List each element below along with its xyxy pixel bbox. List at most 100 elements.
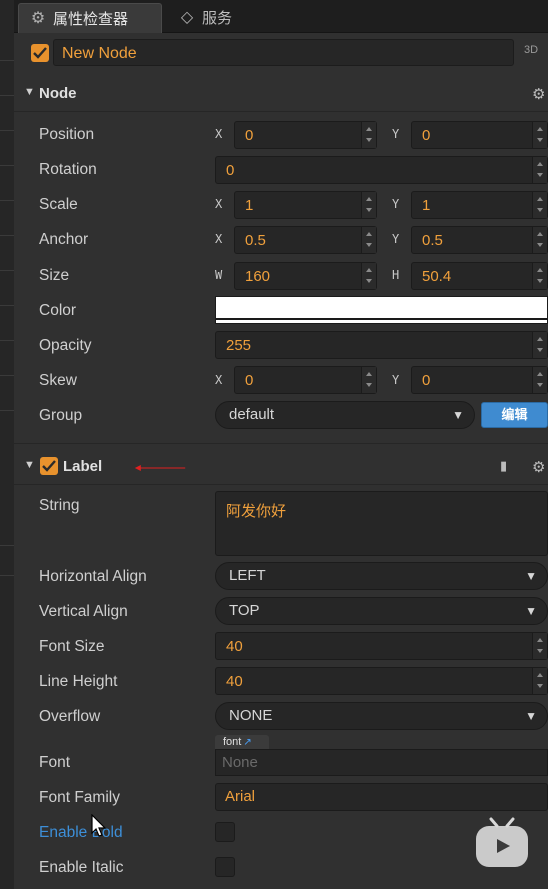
position-y-input[interactable]: 0 bbox=[411, 121, 548, 149]
gear-icon: ⚙ bbox=[30, 9, 46, 27]
left-panel-edge bbox=[0, 0, 15, 889]
opacity-label: Opacity bbox=[39, 337, 92, 354]
anchor-label: Anchor bbox=[39, 231, 89, 248]
opacity-input[interactable]: 255 bbox=[215, 331, 548, 359]
line-height-input[interactable]: 40 bbox=[215, 667, 548, 695]
tab-inspector[interactable]: ⚙ 属性检查器 bbox=[18, 3, 162, 33]
group-edit-button[interactable]: 编辑 bbox=[481, 402, 548, 428]
collapse-triangle-icon: ▼ bbox=[24, 86, 35, 98]
scale-y-input[interactable]: 1 bbox=[411, 191, 548, 219]
stepper[interactable] bbox=[361, 122, 376, 148]
stepper[interactable] bbox=[532, 227, 547, 253]
tab-bar: ⚙ 属性检查器 ◇ 服务 bbox=[14, 0, 548, 33]
stepper[interactable] bbox=[532, 122, 547, 148]
position-x-value: 0 bbox=[245, 127, 254, 144]
stepper[interactable] bbox=[532, 633, 547, 659]
line-height-value: 40 bbox=[226, 673, 243, 690]
stepper[interactable] bbox=[532, 367, 547, 393]
skew-label: Skew bbox=[39, 372, 77, 389]
horizontal-align-select[interactable]: LEFT ▼ bbox=[215, 562, 548, 590]
dropdown-arrow-icon: ▼ bbox=[452, 408, 464, 422]
stepper[interactable] bbox=[361, 227, 376, 253]
skew-x-value: 0 bbox=[245, 372, 254, 389]
string-label: String bbox=[39, 497, 80, 514]
anchor-x-value: 0.5 bbox=[245, 232, 266, 249]
stepper[interactable] bbox=[361, 192, 376, 218]
divider bbox=[14, 443, 548, 444]
scale-x-value: 1 bbox=[245, 197, 254, 214]
label-section-header[interactable]: ▼ Label bbox=[14, 451, 548, 483]
group-select[interactable]: default ▼ bbox=[215, 401, 475, 429]
skew-y-input[interactable]: 0 bbox=[411, 366, 548, 394]
overflow-label: Overflow bbox=[39, 708, 101, 725]
diamond-link-icon: ◇ bbox=[180, 8, 194, 26]
stepper[interactable] bbox=[361, 263, 376, 289]
bilibili-watermark-icon bbox=[476, 817, 528, 867]
node-settings-gear-icon[interactable]: ⚙ bbox=[532, 85, 545, 103]
overflow-select[interactable]: NONE ▼ bbox=[215, 702, 548, 730]
external-link-icon: ↗ bbox=[243, 737, 252, 748]
scale-label: Scale bbox=[39, 196, 78, 213]
node-active-checkbox[interactable] bbox=[31, 44, 49, 62]
dropdown-arrow-icon: ▼ bbox=[525, 604, 537, 618]
vertical-align-select[interactable]: TOP ▼ bbox=[215, 597, 548, 625]
node-name-input[interactable]: New Node bbox=[53, 39, 514, 66]
vertical-align-label: Vertical Align bbox=[39, 603, 128, 620]
color-picker[interactable] bbox=[215, 296, 548, 324]
size-h-axis: H bbox=[392, 268, 400, 282]
font-tag-text: font bbox=[223, 736, 242, 748]
stepper[interactable] bbox=[532, 157, 547, 183]
horizontal-align-label: Horizontal Align bbox=[39, 568, 147, 585]
size-label: Size bbox=[39, 267, 70, 284]
enable-bold-checkbox[interactable] bbox=[215, 822, 235, 842]
stepper[interactable] bbox=[532, 332, 547, 358]
size-h-input[interactable]: 50.4 bbox=[411, 262, 548, 290]
scale-x-input[interactable]: 1 bbox=[234, 191, 377, 219]
horizontal-align-value: LEFT bbox=[229, 567, 266, 584]
font-size-input[interactable]: 40 bbox=[215, 632, 548, 660]
node-section-header[interactable]: ▼ Node bbox=[14, 78, 548, 110]
enable-italic-checkbox[interactable] bbox=[215, 857, 235, 877]
stepper[interactable] bbox=[532, 668, 547, 694]
font-size-value: 40 bbox=[226, 638, 243, 655]
skew-x-input[interactable]: 0 bbox=[234, 366, 377, 394]
dropdown-arrow-icon: ▼ bbox=[525, 709, 537, 723]
tab-services[interactable]: ◇ 服务 bbox=[168, 3, 258, 32]
font-asset-field[interactable]: None bbox=[215, 749, 548, 776]
position-x-input[interactable]: 0 bbox=[234, 121, 377, 149]
stepper[interactable] bbox=[532, 192, 547, 218]
node-section-title: Node bbox=[39, 85, 77, 102]
rotation-value: 0 bbox=[226, 162, 235, 179]
checkmark-icon bbox=[33, 47, 47, 59]
anchor-x-axis: X bbox=[215, 232, 223, 246]
red-arrow-annotation bbox=[134, 465, 186, 471]
scale-y-axis: Y bbox=[392, 197, 400, 211]
scale-x-axis: X bbox=[215, 197, 223, 211]
label-section-title: Label bbox=[63, 458, 103, 475]
size-w-value: 160 bbox=[245, 268, 271, 285]
book-icon[interactable]: ▮ bbox=[500, 458, 507, 474]
font-family-input[interactable]: Arial bbox=[215, 783, 548, 811]
skew-y-axis: Y bbox=[392, 373, 400, 387]
line-height-label: Line Height bbox=[39, 673, 118, 690]
anchor-x-input[interactable]: 0.5 bbox=[234, 226, 377, 254]
label-enabled-checkbox[interactable] bbox=[40, 457, 58, 475]
tab-services-label: 服务 bbox=[202, 10, 233, 27]
size-w-input[interactable]: 160 bbox=[234, 262, 377, 290]
divider bbox=[14, 484, 548, 485]
string-textarea[interactable]: 阿发你好 bbox=[215, 491, 548, 556]
stepper[interactable] bbox=[361, 367, 376, 393]
toggle-3d-button[interactable]: 3D bbox=[524, 44, 538, 56]
size-w-axis: W bbox=[215, 268, 223, 282]
size-h-value: 50.4 bbox=[422, 268, 452, 285]
rotation-input[interactable]: 0 bbox=[215, 156, 548, 184]
group-value: default bbox=[229, 406, 275, 423]
group-label: Group bbox=[39, 407, 83, 424]
font-family-label: Font Family bbox=[39, 789, 120, 806]
anchor-y-input[interactable]: 0.5 bbox=[411, 226, 548, 254]
skew-x-axis: X bbox=[215, 373, 223, 387]
enable-bold-label: Enable Bold bbox=[39, 824, 123, 841]
label-settings-gear-icon[interactable]: ⚙ bbox=[532, 458, 545, 476]
stepper[interactable] bbox=[532, 263, 547, 289]
font-asset-tag[interactable]: font ↗ bbox=[215, 735, 269, 749]
